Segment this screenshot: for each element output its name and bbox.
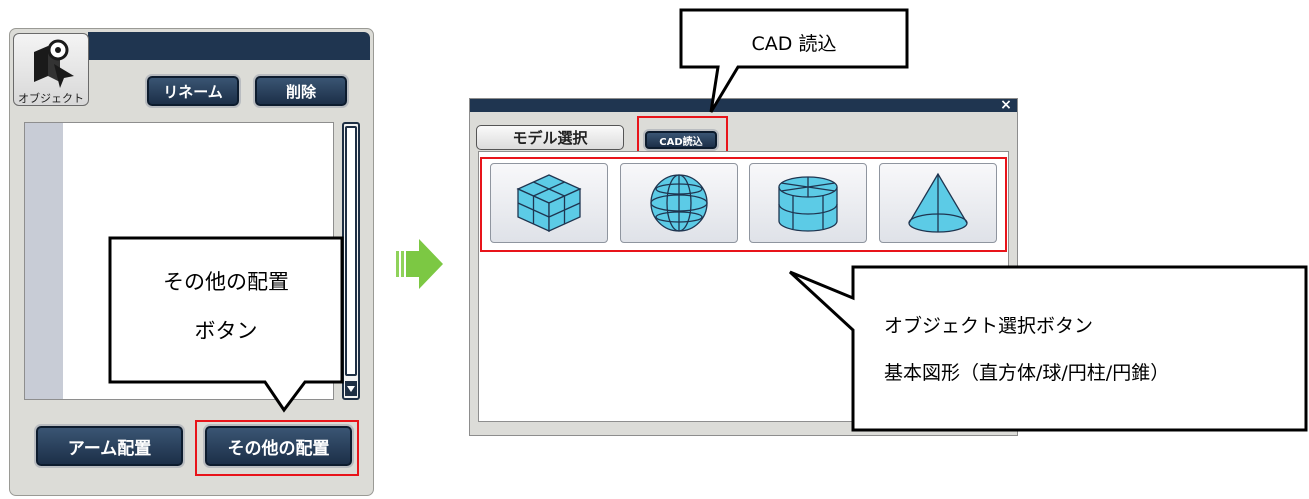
callouts-layer: [108, 8, 1308, 432]
object-callout-text-line1: オブジェクト選択ボタン: [884, 315, 1094, 337]
object-callout-box: [788, 265, 1308, 432]
cad-callout-box: [679, 8, 909, 113]
object-callout-text-line2: 基本図形（直方体/球/円柱/円錐）: [884, 362, 1170, 384]
cad-callout-text: CAD 読込: [751, 33, 837, 55]
other-callout-text-line2: ボタン: [194, 319, 258, 343]
other-callout-text-line1: その他の配置: [163, 270, 289, 294]
